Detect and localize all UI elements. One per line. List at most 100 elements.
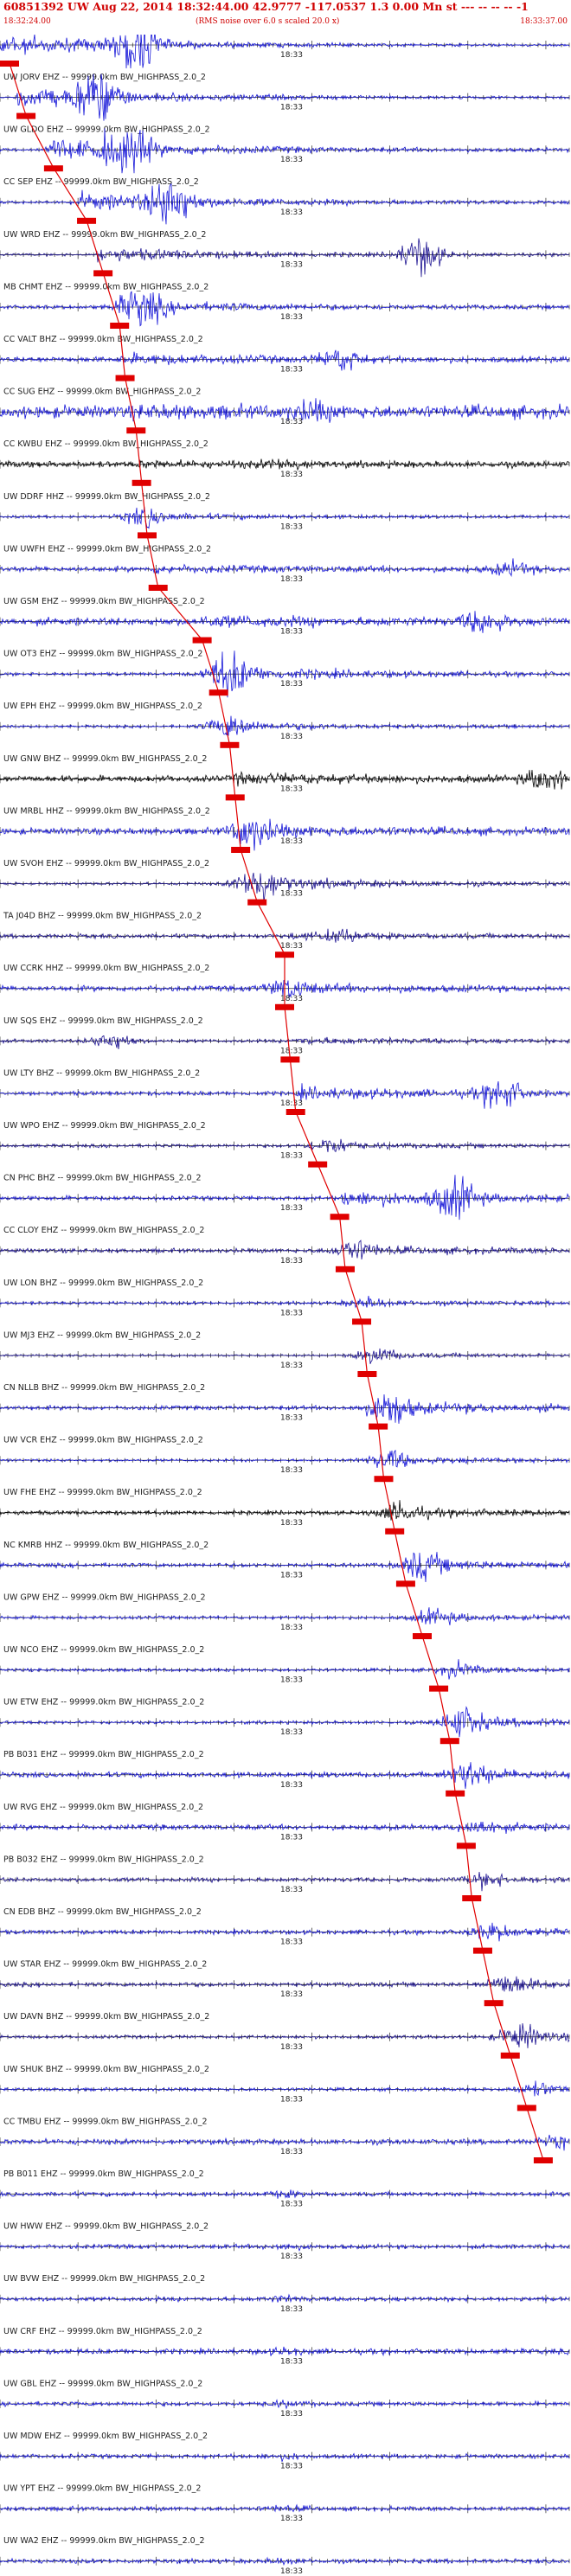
- trace-1: 18:33 UW GLDO EHZ -- 99999.0km BW_HIGHPAS…: [0, 74, 570, 135]
- time-marker-label: 18:33: [280, 1309, 303, 1317]
- time-marker-label: 18:33: [280, 51, 303, 60]
- time-marker-label: 18:33: [280, 104, 303, 112]
- trace-label: UW STAR EHZ -- 99999.0km BW_HIGHPASS_2.0…: [3, 1960, 207, 1970]
- trace-label: UW FHE EHZ -- 99999.0km BW_HIGHPASS_2.0_…: [3, 1488, 202, 1497]
- plot-header: 60851392 UW Aug 22, 2014 18:32:44.00 42.…: [0, 0, 571, 35]
- waveform: [0, 2080, 570, 2097]
- trace-label: UW WPO EHZ -- 99999.0km BW_HIGHPASS_2.0_…: [3, 1121, 206, 1131]
- trace-13: 18:33 UW GNW BHZ -- 99999.0km BW_HIGHPASS…: [0, 715, 570, 764]
- time-marker-label: 18:33: [280, 733, 303, 741]
- trace-14: 18:33 UW MRBL HHZ -- 99999.0km BW_HIGHPAS…: [0, 770, 570, 816]
- waveform: [0, 1821, 570, 1834]
- trace-28: 18:33 NC KMRB HHZ -- 99999.0km BW_HIGHPAS…: [0, 1500, 570, 1550]
- trace-label: CC SUG EHZ -- 99999.0km BW_HIGHPASS_2.0_…: [3, 388, 201, 397]
- trace-label: UW JORV EHZ -- 99999.0km BW_HIGHPASS_2.0…: [3, 73, 206, 82]
- time-marker-label: 18:33: [280, 2043, 303, 2052]
- time-marker-label: 18:33: [280, 2148, 303, 2156]
- waveform: [0, 238, 570, 278]
- time-marker-label: 18:33: [280, 208, 303, 217]
- time-marker-label: 18:33: [280, 2567, 303, 2576]
- seismogram-plot: 18:33 UW JORV EHZ -- 99999.0km BW_HIGHPAS…: [0, 21, 570, 2576]
- time-marker-label: 18:33: [280, 1152, 303, 1161]
- trace-label: CN NLLB BHZ -- 99999.0km BW_HIGHPASS_2.0…: [3, 1383, 205, 1393]
- trace-43: 18:33 UW CRF EHZ -- 99999.0km BW_HIGHPASS…: [0, 2293, 570, 2336]
- time-marker-label: 18:33: [280, 1676, 303, 1685]
- trace-19: 18:33 UW LTY BHZ -- 99999.0km BW_HIGHPASS…: [0, 1035, 570, 1078]
- time-marker-label: 18:33: [280, 1204, 303, 1213]
- end-time-label: 18:33:37.00: [520, 17, 568, 26]
- trace-3: 18:33 UW WRD EHZ -- 99999.0km BW_HIGHPASS…: [0, 183, 570, 240]
- time-marker-label: 18:33: [280, 1519, 303, 1528]
- trace-label: UW DDRF HHZ -- 99999.0km BW_HIGHPASS_2.0…: [3, 492, 210, 502]
- trace-label: UW NCO EHZ -- 99999.0km BW_HIGHPASS_2.0_…: [3, 1645, 204, 1655]
- trace-31: 18:33 UW ETW EHZ -- 99999.0km BW_HIGHPASS…: [0, 1659, 570, 1708]
- trace-label: UW SVOH EHZ -- 99999.0km BW_HIGHPASS_2.0…: [3, 859, 209, 868]
- trace-label: UW GNW BHZ -- 99999.0km BW_HIGHPASS_2.0_…: [3, 754, 207, 764]
- waveform: [0, 2452, 570, 2463]
- time-marker-label: 18:33: [280, 890, 303, 899]
- time-marker-label: 18:33: [280, 1362, 303, 1370]
- time-marker-label: 18:33: [280, 522, 303, 531]
- time-marker-label: 18:33: [280, 2095, 303, 2104]
- trace-22: 18:33 CC CLOY EHZ -- 99999.0km BW_HIGHPAS…: [0, 1175, 570, 1235]
- trace-8: 18:33 UW DDRF HHZ -- 99999.0km BW_HIGHPAS…: [0, 458, 570, 502]
- waveform: [0, 1607, 570, 1625]
- trace-label: UW HWW EHZ -- 99999.0km BW_HIGHPASS_2.0_…: [3, 2222, 209, 2232]
- trace-label: PB B031 EHZ -- 99999.0km BW_HIGHPASS_2.0…: [3, 1750, 204, 1759]
- waveform: [0, 928, 570, 943]
- time-marker-label: 18:33: [280, 1571, 303, 1580]
- trace-label: UW SQS EHZ -- 99999.0km BW_HIGHPASS_2.0_…: [3, 1016, 203, 1026]
- trace-label: CN EDB BHZ -- 99999.0km BW_HIGHPASS_2.0_…: [3, 1907, 202, 1917]
- trace-label: UW WRD EHZ -- 99999.0km BW_HIGHPASS_2.0_…: [3, 230, 206, 240]
- trace-label: UW DAVN BHZ -- 99999.0km BW_HIGHPASS_2.0…: [3, 2012, 209, 2022]
- trace-26: 18:33 UW VCR EHZ -- 99999.0km BW_HIGHPASS…: [0, 1394, 570, 1445]
- time-marker-label: 18:33: [280, 680, 303, 689]
- trace-label: UW CCRK HHZ -- 99999.0km BW_HIGHPASS_2.0…: [3, 964, 209, 973]
- trace-label: UW MDW EHZ -- 99999.0km BW_HIGHPASS_2.0_…: [3, 2432, 208, 2441]
- time-marker-label: 18:33: [280, 2357, 303, 2366]
- trace-label: UW ETW EHZ -- 99999.0km BW_HIGHPASS_2.0_…: [3, 1698, 204, 1708]
- trace-label: CN PHC BHZ -- 99999.0km BW_HIGHPASS_2.0_…: [3, 1174, 202, 1183]
- trace-label: UW RVG EHZ -- 99999.0km BW_HIGHPASS_2.0_…: [3, 1803, 203, 1812]
- trace-27: 18:33 UW FHE EHZ -- 99999.0km BW_HIGHPASS…: [0, 1449, 570, 1497]
- time-marker-label: 18:33: [280, 1624, 303, 1632]
- trace-44: 18:33 UW GBL EHZ -- 99999.0km BW_HIGHPASS…: [0, 2346, 570, 2388]
- trace-label: UW GBL EHZ -- 99999.0km BW_HIGHPASS_2.0_…: [3, 2379, 202, 2388]
- trace-11: 18:33 UW OT3 EHZ -- 99999.0km BW_HIGHPASS…: [0, 611, 570, 659]
- trace-label: TA J04D BHZ -- 99999.0km BW_HIGHPASS_2.0…: [3, 912, 202, 921]
- time-marker-label: 18:33: [280, 2201, 303, 2209]
- time-marker-label: 18:33: [280, 313, 303, 322]
- time-marker-label: 18:33: [280, 1728, 303, 1737]
- trace-label: CC VALT BHZ -- 99999.0km BW_HIGHPASS_2.0…: [3, 335, 203, 344]
- trace-label: UW UWFH EHZ -- 99999.0km BW_HIGHPASS_2.0…: [3, 544, 211, 554]
- time-marker-label: 18:33: [280, 1099, 303, 1108]
- trace-32: 18:33 PB B031 EHZ -- 99999.0km BW_HIGHPAS…: [0, 1706, 570, 1759]
- trace-42: 18:33 UW BVW EHZ -- 99999.0km BW_HIGHPASS…: [0, 2242, 570, 2284]
- trace-label: UW VCR EHZ -- 99999.0km BW_HIGHPASS_2.0_…: [3, 1436, 203, 1445]
- time-marker-label: 18:33: [280, 575, 303, 584]
- trace-label: UW WA2 EHZ -- 99999.0km BW_HIGHPASS_2.0_…: [3, 2536, 205, 2546]
- trace-10: 18:33 UW GSM EHZ -- 99999.0km BW_HIGHPASS…: [0, 558, 570, 606]
- time-marker-label: 18:33: [280, 1781, 303, 1790]
- waveform: [0, 2503, 570, 2513]
- trace-30: 18:33 UW NCO EHZ -- 99999.0km BW_HIGHPASS…: [0, 1607, 570, 1655]
- time-marker-label: 18:33: [280, 2305, 303, 2314]
- trace-47: 18:33 UW WA2 EHZ -- 99999.0km BW_HIGHPASS…: [0, 2503, 570, 2546]
- time-marker-label: 18:33: [280, 260, 303, 269]
- trace-label: CC KWBU EHZ -- 99999.0km BW_HIGHPASS_2.0…: [3, 439, 209, 449]
- waveform: [0, 1976, 570, 1992]
- trace-label: PB B032 EHZ -- 99999.0km BW_HIGHPASS_2.0…: [3, 1855, 204, 1864]
- trace-label: UW CRF EHZ -- 99999.0km BW_HIGHPASS_2.0_…: [3, 2327, 202, 2336]
- start-time-label: 18:32:24.00: [3, 17, 51, 26]
- trace-29: 18:33 UW GPW EHZ -- 99999.0km BW_HIGHPASS…: [0, 1552, 570, 1602]
- trace-21: 18:33 CN PHC BHZ -- 99999.0km BW_HIGHPASS…: [0, 1138, 570, 1183]
- time-marker-label: 18:33: [280, 2252, 303, 2261]
- trace-39: 18:33 CC TMBU EHZ -- 99999.0km BW_HIGHPAS…: [0, 2080, 570, 2126]
- time-marker-label: 18:33: [280, 2515, 303, 2523]
- time-marker-label: 18:33: [280, 2463, 303, 2471]
- event-title: 60851392 UW Aug 22, 2014 18:32:44.00 42.…: [3, 0, 529, 13]
- trace-label: CC SEP EHZ -- 99999.0km BW_HIGHPASS_2.0_…: [3, 177, 199, 187]
- time-marker-label: 18:33: [280, 1990, 303, 1999]
- trace-label: UW SHUK BHZ -- 99999.0km BW_HIGHPASS_2.0…: [3, 2065, 209, 2074]
- waveform: [0, 128, 570, 174]
